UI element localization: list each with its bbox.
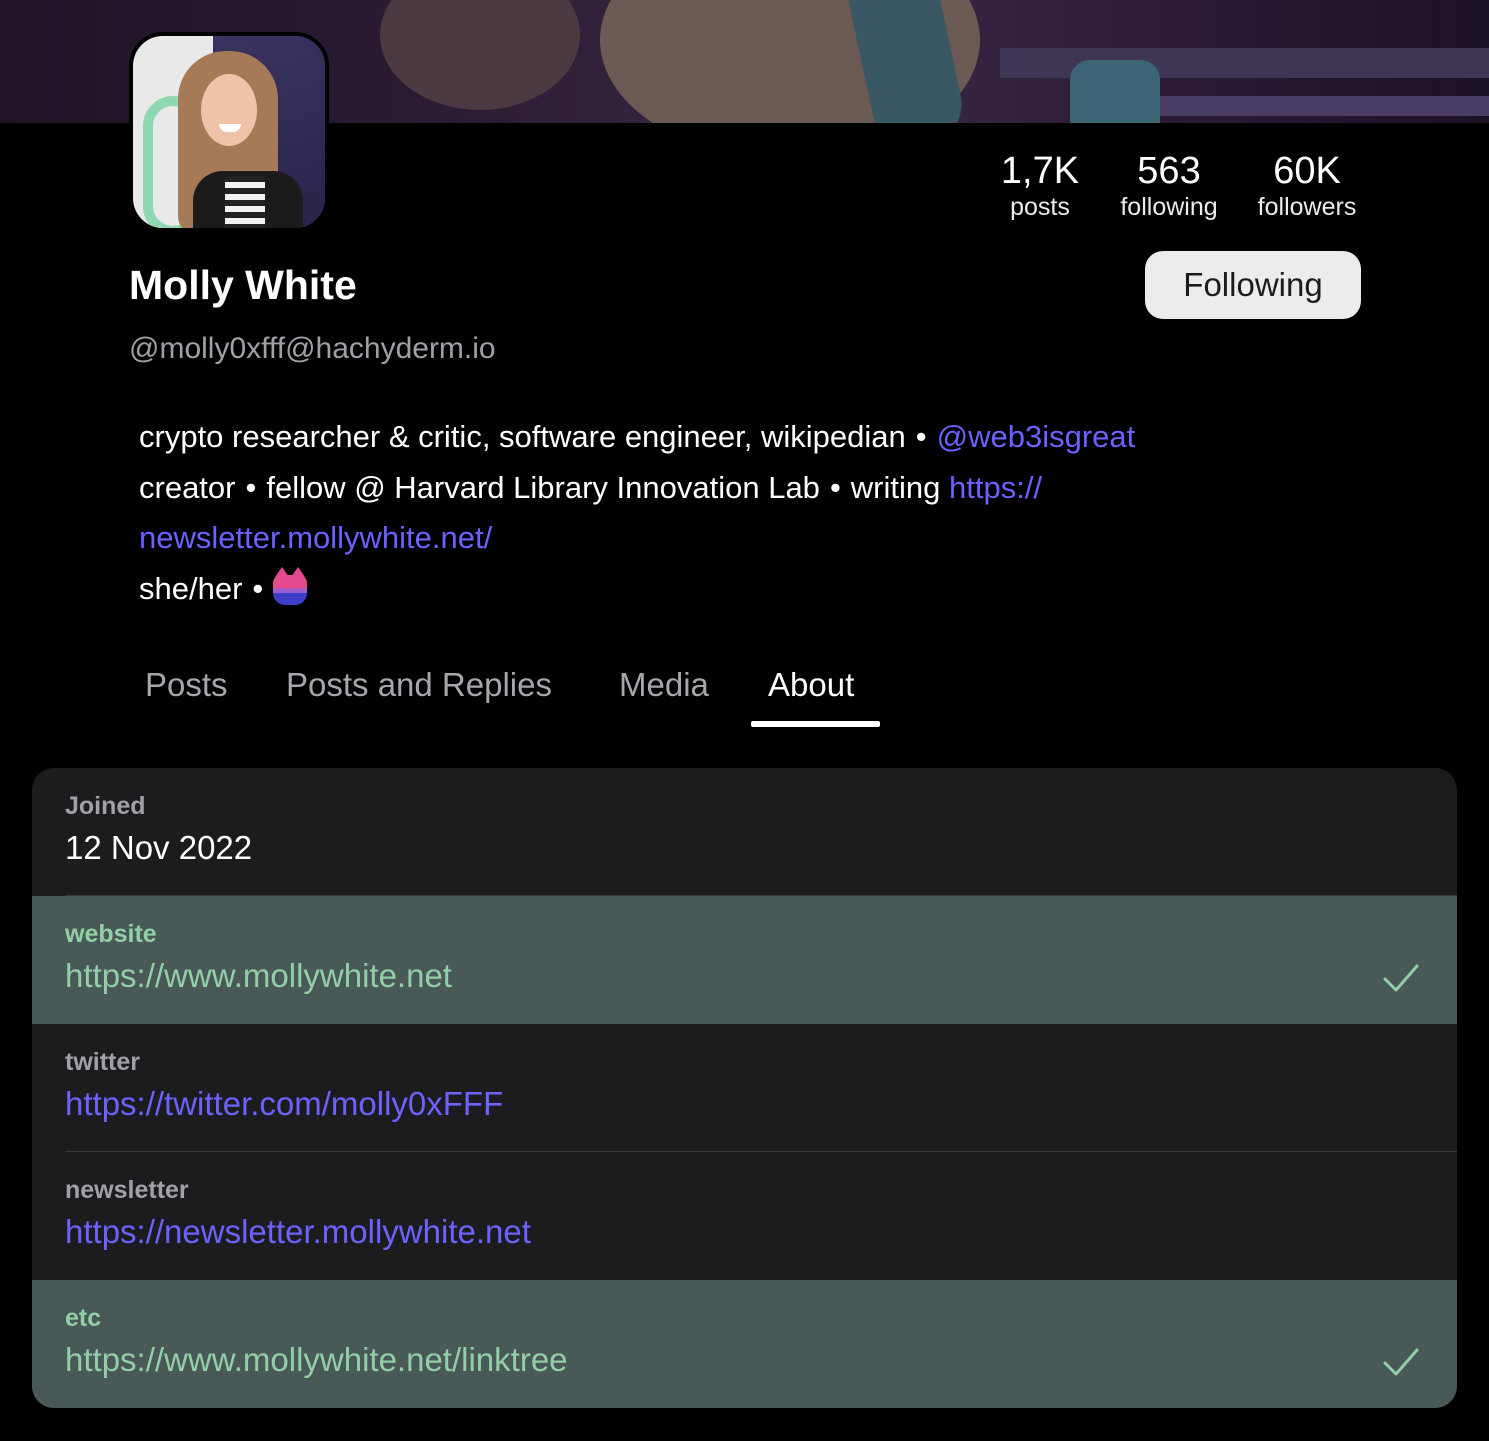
field-link[interactable]: https://newsletter.mollywhite.net	[65, 1212, 531, 1252]
bio-separator: •	[252, 570, 264, 606]
joined-row: Joined 12 Nov 2022	[32, 768, 1457, 896]
verified-check-icon	[1383, 964, 1419, 992]
field-row-twitter: twitter https://twitter.com/molly0xFFF	[32, 1024, 1457, 1152]
avatar[interactable]	[129, 32, 329, 232]
field-row-newsletter: newsletter https://newsletter.mollywhite…	[32, 1152, 1457, 1280]
newsletter-link[interactable]: https://	[949, 470, 1042, 505]
bio-separator: •	[245, 469, 257, 505]
tab-posts-and-replies[interactable]: Posts and Replies	[286, 660, 552, 710]
banner-art-shape	[380, 0, 580, 110]
stat-followers-value: 60K	[1273, 150, 1341, 192]
field-label: twitter	[65, 1048, 140, 1076]
stat-following-label: following	[1120, 193, 1218, 221]
bio-line: newsletter.mollywhite.net/	[139, 513, 1379, 564]
bio-text: she/her	[139, 570, 243, 606]
stat-following[interactable]: 563 following	[1110, 150, 1228, 222]
following-button[interactable]: Following	[1145, 251, 1361, 319]
stat-followers[interactable]: 60K followers	[1248, 150, 1366, 222]
bio-line: creator • fellow @ Harvard Library Innovat…	[139, 463, 1379, 514]
bio-line: crypto researcher & critic, software eng…	[139, 412, 1379, 463]
field-link[interactable]: https://www.mollywhite.net/linktree	[65, 1340, 568, 1380]
field-label: etc	[65, 1304, 102, 1332]
tab-about[interactable]: About	[768, 660, 854, 710]
verified-check-icon	[1383, 1348, 1419, 1376]
bio-text: fellow @ Harvard Library Innovation Lab	[266, 469, 820, 505]
joined-label: Joined	[65, 792, 146, 820]
display-name: Molly White	[129, 262, 357, 308]
bio-line: she/her •	[139, 564, 1379, 615]
banner-art-stripe	[1120, 96, 1489, 116]
avatar-face	[201, 74, 257, 146]
mention-link[interactable]: @web3isgreat	[937, 419, 1136, 454]
field-row-website: website https://www.mollywhite.net	[32, 896, 1457, 1024]
tab-media[interactable]: Media	[619, 660, 709, 710]
active-tab-indicator	[751, 721, 880, 727]
account-handle: @molly0xfff@hachyderm.io	[129, 332, 496, 365]
field-link[interactable]: https://twitter.com/molly0xFFF	[65, 1084, 503, 1124]
field-link[interactable]: https://www.mollywhite.net	[65, 956, 452, 996]
stat-posts[interactable]: 1,7K posts	[990, 150, 1090, 222]
profile-page: 1,7K posts 563 following 60K followers M…	[0, 0, 1489, 1441]
stat-posts-label: posts	[1010, 193, 1070, 221]
profile-bio: crypto researcher & critic, software eng…	[139, 412, 1379, 614]
bi-pride-cat-emoji-icon	[273, 566, 308, 605]
bio-separator: •	[915, 419, 927, 454]
bio-separator: •	[829, 469, 841, 505]
bio-text: crypto researcher & critic, software eng…	[139, 419, 906, 454]
field-row-etc: etc https://www.mollywhite.net/linktree	[32, 1280, 1457, 1408]
joined-date: 12 Nov 2022	[65, 829, 253, 866]
tab-posts[interactable]: Posts	[145, 660, 228, 710]
field-label: website	[65, 920, 157, 948]
stat-followers-label: followers	[1257, 193, 1357, 221]
about-card: Joined 12 Nov 2022 website https://www.m…	[32, 768, 1457, 1408]
newsletter-link-continued[interactable]: newsletter.mollywhite.net/	[139, 520, 492, 555]
banner-art-shape	[1070, 60, 1160, 123]
stat-posts-value: 1,7K	[1000, 150, 1080, 192]
bio-text: writing	[850, 469, 941, 505]
avatar-shirt	[225, 176, 265, 228]
field-label: newsletter	[65, 1176, 189, 1204]
stat-following-value: 563	[1137, 150, 1201, 192]
bio-text: creator	[139, 469, 236, 505]
